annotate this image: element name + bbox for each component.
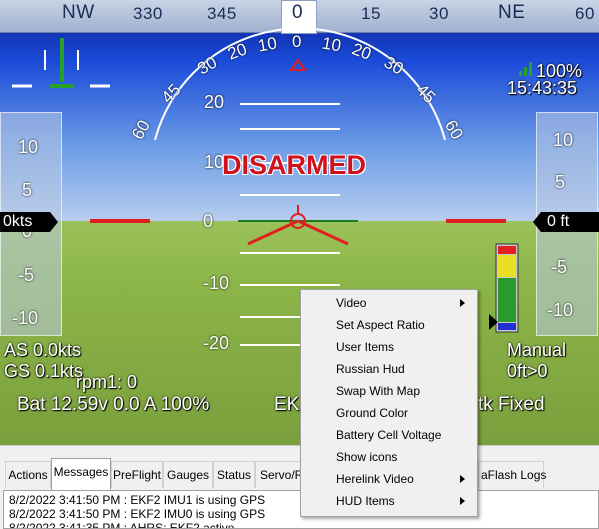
menu-item-hud-items[interactable]: HUD Items [303,490,475,512]
pitch-label: -20 [203,333,230,353]
menu-item-russian-hud[interactable]: Russian Hud [303,358,475,380]
message-line: 8/2/2022 3:41:50 PM : EKF2 IMU0 is using… [9,507,266,521]
battery-text: Bat 12.59v 0.0 A 100% [17,394,210,415]
roll-label: 10 [256,33,279,56]
rpm-text: rpm1: 0 [76,372,138,392]
airspeed-readout: 0kts [0,212,50,232]
alt-tape-label: 5 [555,172,566,192]
speed-tape-label: 10 [18,137,39,157]
roll-pointer-icon [289,58,307,71]
menu-item-show-icons[interactable]: Show icons [303,446,475,468]
message-line: 8/2/2022 3:41:35 PM : AHRS: EKF2 active [9,521,235,529]
alt-tape-label: -10 [547,300,574,320]
airspeed-pointer-icon [50,212,58,232]
speed-tape-label: -10 [12,308,39,328]
tab-status[interactable]: Status [213,461,255,488]
menu-item-set-aspect-ratio[interactable]: Set Aspect Ratio [303,314,475,336]
pitch-label: -10 [203,273,230,293]
tab-messages[interactable]: Messages [51,458,111,490]
flight-mode-text: Manual [507,340,567,360]
pitch-line [240,252,340,254]
alt-tape-label: 10 [553,130,574,150]
pitch-line [240,284,340,286]
message-line: 8/2/2022 3:41:50 PM : EKF2 IMU1 is using… [9,493,266,507]
airspeed-text: AS 0.0kts [4,340,82,360]
pitch-line [240,103,340,105]
alt-tape-label: -5 [551,257,568,277]
clock-text: 15:43:35 [507,78,578,98]
menu-item-swap-with-map[interactable]: Swap With Map [303,380,475,402]
menu-item-herelink-video[interactable]: Herelink Video [303,468,475,490]
submenu-arrow-icon [460,497,465,505]
ekf-text: EK [274,394,300,415]
pitch-label: 20 [204,92,225,112]
disarmed-status: DISARMED [222,150,367,180]
speed-tape-label: -5 [18,265,35,285]
pitch-line [240,128,340,130]
tab-gauges[interactable]: Gauges [163,461,213,488]
gps-text: tk Fixed [478,394,545,415]
altitude-pointer-icon [533,212,541,232]
roll-label: 0 [292,32,302,51]
speed-tape-label: 5 [22,180,33,200]
tab-preflight[interactable]: PreFlight [111,461,163,488]
altitude-readout: 0 ft [541,212,599,232]
submenu-arrow-icon [460,299,465,307]
altitude-status-text: 0ft>0 [507,361,548,381]
groundspeed-text: GS 0.1kts [4,361,84,381]
tab-actions[interactable]: Actions [5,461,51,488]
pitch-label: 0 [203,211,214,231]
hud-context-menu: Video Set Aspect Ratio User Items Russia… [300,289,478,517]
menu-item-ground-color[interactable]: Ground Color [303,402,475,424]
menu-item-user-items[interactable]: User Items [303,336,475,358]
submenu-arrow-icon [460,475,465,483]
menu-item-battery-cell-voltage[interactable]: Battery Cell Voltage [303,424,475,446]
menu-item-video[interactable]: Video [303,292,475,314]
pitch-line [240,194,340,196]
tab-dataflash-logs[interactable]: aFlash Logs [478,461,546,488]
roll-label: 10 [320,33,343,56]
